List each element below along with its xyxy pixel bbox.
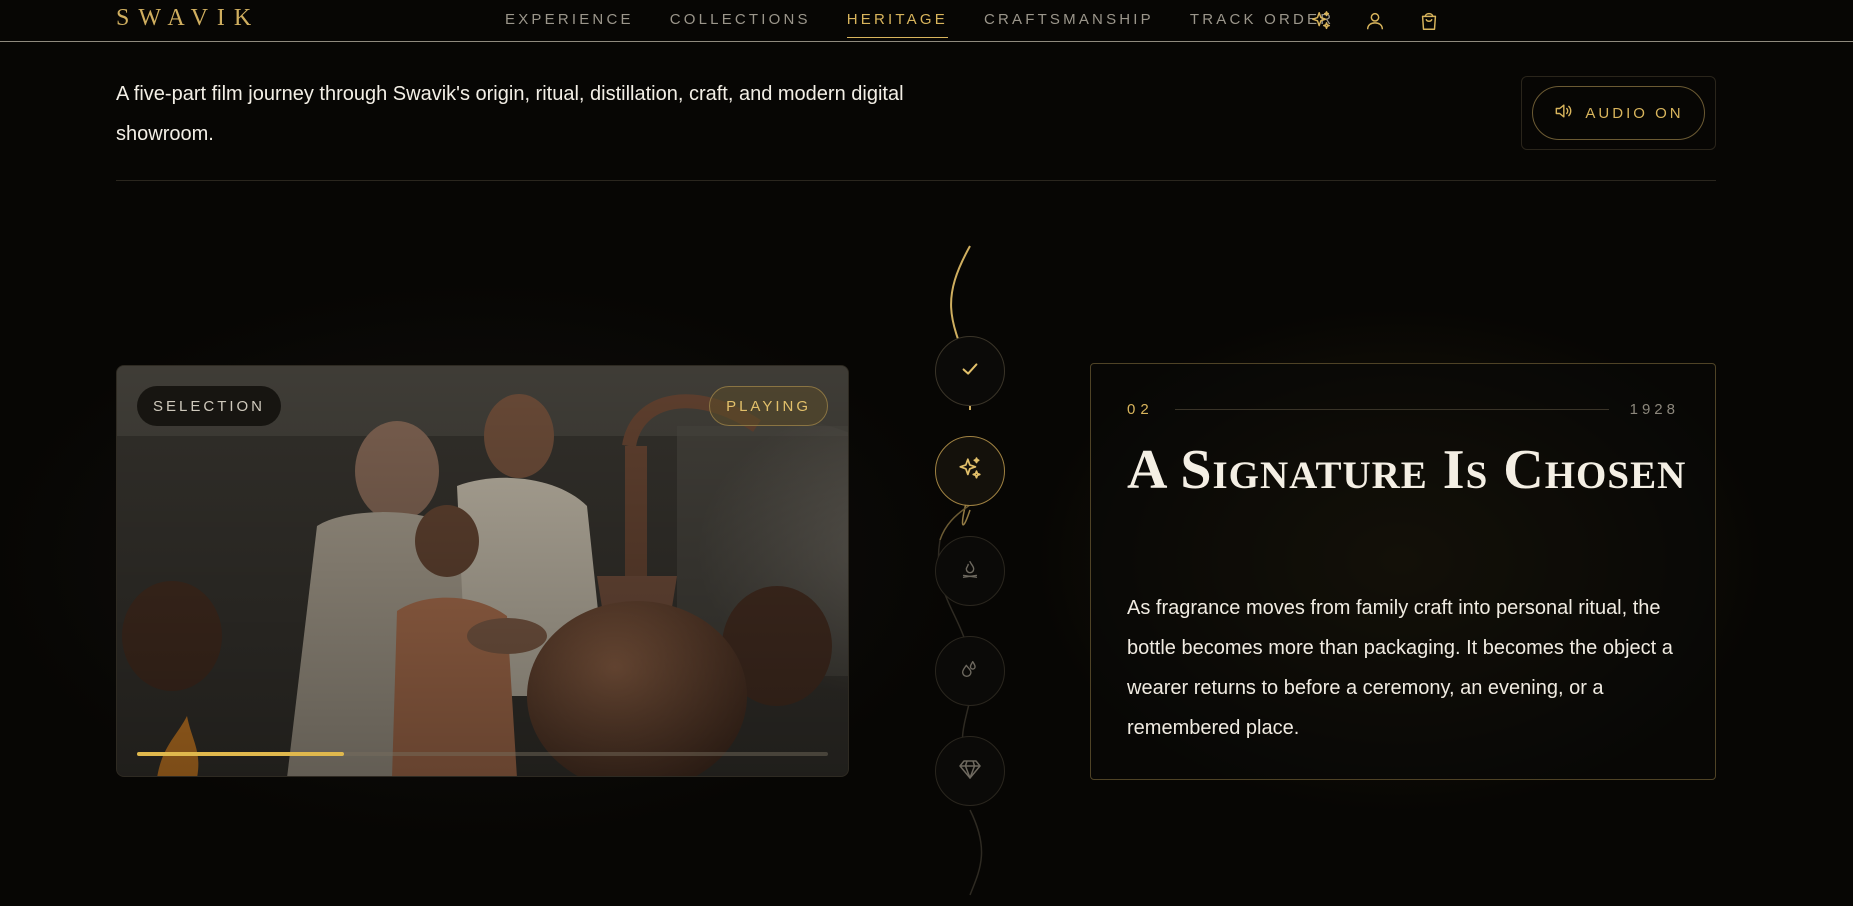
film-progress-track[interactable] xyxy=(137,752,828,756)
film-progress-fill xyxy=(137,752,345,756)
speaker-icon xyxy=(1553,101,1573,125)
top-navigation-bar: SWAVIK EXPERIENCE COLLECTIONS HERITAGE C… xyxy=(0,0,1853,42)
playing-status-badge: PLAYING xyxy=(709,386,828,426)
brand-logo[interactable]: SWAVIK xyxy=(116,5,260,32)
check-icon xyxy=(959,358,981,385)
main-nav: EXPERIENCE COLLECTIONS HERITAGE CRAFTSMA… xyxy=(505,0,1370,42)
audio-toggle-button[interactable]: AUDIO ON xyxy=(1532,86,1705,140)
timeline-node-2[interactable] xyxy=(935,436,1005,506)
droplets-icon xyxy=(959,658,981,685)
chapter-title: A Signature Is Chosen xyxy=(1127,439,1687,501)
chapter-number: 02 xyxy=(1127,401,1154,418)
gem-icon xyxy=(958,757,982,786)
timeline-node-1[interactable] xyxy=(935,336,1005,406)
chapter-rule xyxy=(1175,409,1609,410)
intro-text: A five-part film journey through Swavik'… xyxy=(116,83,904,145)
nav-item-craftsmanship[interactable]: CRAFTSMANSHIP xyxy=(984,0,1154,38)
nav-item-collections[interactable]: COLLECTIONS xyxy=(670,0,811,38)
nav-item-experience[interactable]: EXPERIENCE xyxy=(505,0,634,38)
shopping-bag-icon[interactable] xyxy=(1416,8,1442,34)
chapter-story-card: 02 1928 A Signature Is Chosen As fragran… xyxy=(1090,363,1716,780)
sparkles-icon[interactable] xyxy=(1308,8,1334,34)
sparkles-icon xyxy=(957,456,983,487)
section-divider xyxy=(116,180,1716,181)
chapter-year: 1928 xyxy=(1629,401,1679,418)
flame-icon xyxy=(959,558,981,585)
audio-control-frame: AUDIO ON xyxy=(1521,76,1716,150)
film-still-illustration xyxy=(117,366,848,776)
timeline-node-3[interactable] xyxy=(935,536,1005,606)
user-icon[interactable] xyxy=(1362,8,1388,34)
header-actions xyxy=(1308,8,1442,34)
film-player[interactable]: SELECTION PLAYING xyxy=(116,365,849,777)
nav-item-heritage[interactable]: HERITAGE xyxy=(846,0,948,38)
chapter-description: As fragrance moves from family craft int… xyxy=(1127,597,1673,739)
timeline-node-5[interactable] xyxy=(935,736,1005,806)
chapter-label-badge: SELECTION xyxy=(137,386,282,426)
timeline-node-4[interactable] xyxy=(935,636,1005,706)
audio-toggle-label: AUDIO ON xyxy=(1585,104,1684,122)
